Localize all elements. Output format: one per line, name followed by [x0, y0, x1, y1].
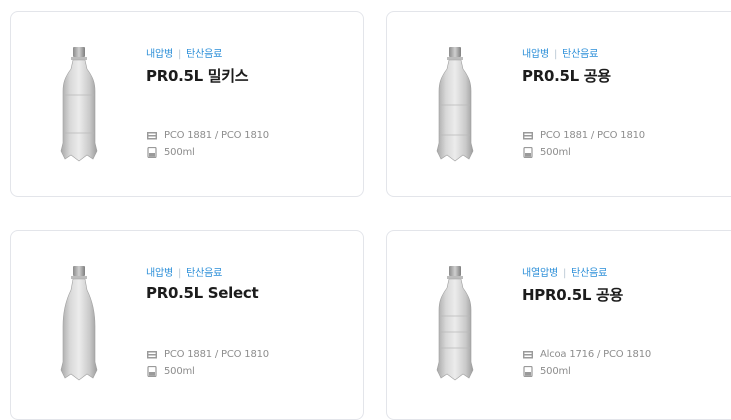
product-title[interactable]: HPR0.5L 공용 [522, 284, 731, 305]
type-tag: 탄산음료 [562, 49, 599, 60]
cap-spec-icon [523, 132, 533, 140]
tag-separator: | [178, 268, 182, 279]
bottle-volume-icon [147, 147, 157, 158]
closure-value: PCO 1881 / PCO 1810 [164, 130, 269, 141]
category-tag: 내열압병 [522, 268, 558, 279]
bottle-volume-icon [523, 366, 533, 377]
product-card[interactable]: 내압병 | 탄산음료 PR0.5L 밀키스 PCO 1881 / PCO 1810 … [10, 11, 364, 197]
tag-separator: | [554, 49, 558, 60]
volume-spec: 500ml [146, 147, 195, 158]
product-title[interactable]: PR0.5L 공용 [522, 65, 731, 86]
product-card[interactable]: 내압병 | 탄산음료 PR0.5L Select PCO 1881 / PCO 18… [10, 230, 364, 420]
volume-spec: 500ml [522, 366, 571, 377]
closure-value: PCO 1881 / PCO 1810 [540, 130, 645, 141]
volume-spec: 500ml [146, 366, 195, 377]
bottle-image [60, 266, 98, 381]
tag-separator: | [178, 49, 182, 60]
volume-value: 500ml [164, 147, 195, 158]
closure-value: Alcoa 1716 / PCO 1810 [540, 349, 652, 360]
closure-spec: PCO 1881 / PCO 1810 [522, 130, 645, 141]
bottle-image [60, 47, 98, 162]
category-tag: 내압병 [146, 268, 173, 279]
category-tag: 내압병 [146, 49, 173, 60]
type-tag: 탄산음료 [186, 268, 223, 279]
category-tag: 내압병 [522, 49, 549, 60]
closure-value: PCO 1881 / PCO 1810 [164, 349, 269, 360]
bottle-image [436, 266, 474, 381]
bottle-image [436, 47, 474, 162]
closure-spec: PCO 1881 / PCO 1810 [146, 349, 269, 360]
type-tag: 탄산음료 [186, 49, 223, 60]
volume-value: 500ml [164, 366, 195, 377]
volume-spec: 500ml [522, 147, 571, 158]
cap-spec-icon [147, 351, 157, 359]
bottle-volume-icon [147, 366, 157, 377]
tag-separator: | [563, 268, 567, 279]
volume-value: 500ml [540, 147, 571, 158]
closure-spec: PCO 1881 / PCO 1810 [146, 130, 269, 141]
product-card[interactable]: 내압병 | 탄산음료 PR0.5L 공용 PCO 1881 / PCO 1810 5… [386, 11, 731, 197]
bottle-volume-icon [523, 147, 533, 158]
type-tag: 탄산음료 [571, 268, 608, 279]
product-card[interactable]: 내열압병 | 탄산음료 HPR0.5L 공용 Alcoa 1716 / PCO 18… [386, 230, 731, 420]
cap-spec-icon [147, 132, 157, 140]
volume-value: 500ml [540, 366, 571, 377]
closure-spec: Alcoa 1716 / PCO 1810 [522, 349, 651, 360]
cap-spec-icon [523, 351, 533, 359]
product-title[interactable]: PR0.5L 밀키스 [146, 65, 353, 86]
product-title[interactable]: PR0.5L Select [146, 284, 353, 302]
